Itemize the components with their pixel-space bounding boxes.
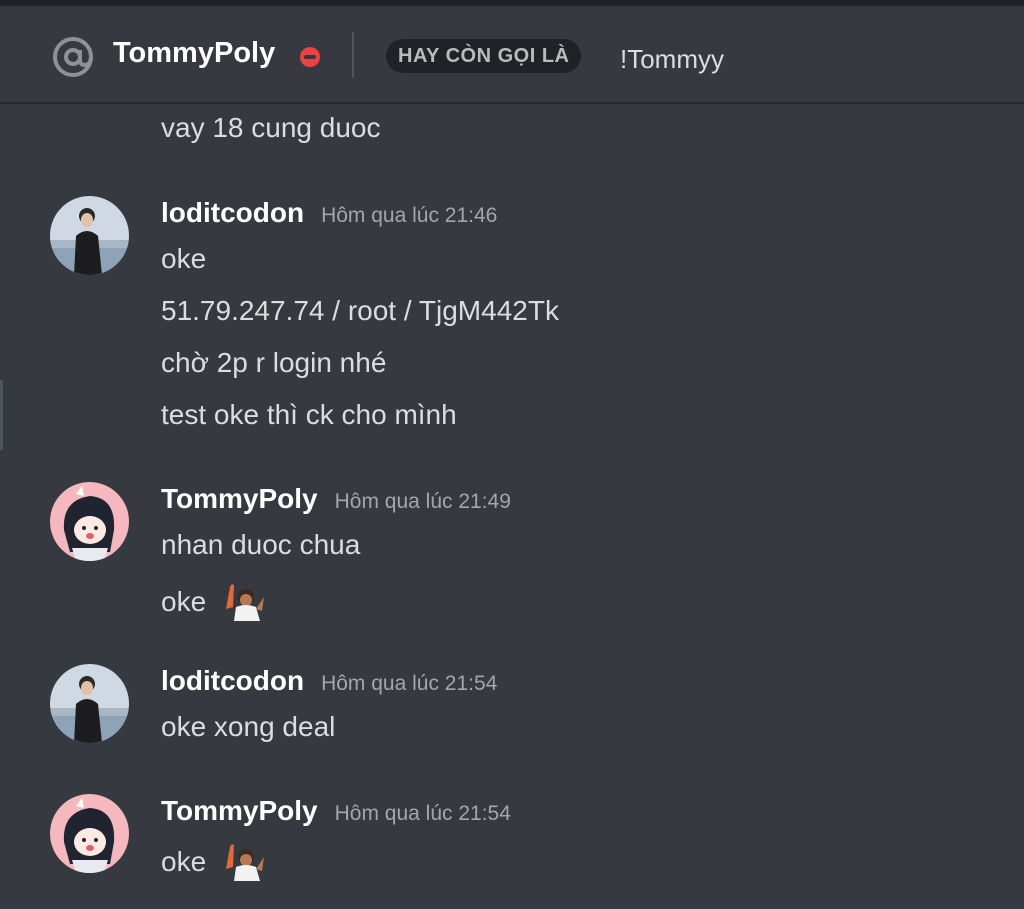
waving-character-emoji[interactable] xyxy=(222,581,266,621)
message-text: nhan duoc chua xyxy=(161,529,361,560)
author-name[interactable]: loditcodon xyxy=(161,665,304,697)
header-divider xyxy=(352,32,354,78)
author-name[interactable]: loditcodon xyxy=(161,197,304,229)
message-list: vay 18 cung duoc loditcodon Hôm qua lúc … xyxy=(0,102,1024,909)
do-not-disturb-icon xyxy=(300,47,320,67)
author-name[interactable]: TommyPoly xyxy=(161,483,318,515)
message-text: oke xong deal xyxy=(161,711,336,742)
timestamp: Hôm qua lúc 21:49 xyxy=(334,490,511,513)
message-header: loditcodon Hôm qua lúc 21:54 xyxy=(161,665,497,697)
message-text: oke xyxy=(161,243,207,274)
avatar-image xyxy=(50,482,129,561)
message-text: test oke thì ck cho mình xyxy=(161,399,457,430)
author-name[interactable]: TommyPoly xyxy=(161,795,318,827)
avatar-image xyxy=(50,196,129,275)
at-sign-icon xyxy=(53,37,93,77)
user-photo-avatar[interactable] xyxy=(50,664,129,743)
anime-girl-avatar[interactable] xyxy=(50,482,129,561)
dm-recipient-name[interactable]: TommyPoly xyxy=(113,37,275,70)
message-text: 51.79.247.74 / root / TjgM442Tk xyxy=(161,295,559,326)
timestamp: Hôm qua lúc 21:54 xyxy=(321,672,498,695)
message-header: TommyPoly Hôm qua lúc 21:54 xyxy=(161,795,511,827)
message-header: loditcodon Hôm qua lúc 21:46 xyxy=(161,197,497,229)
message-text: chờ 2p r login nhé xyxy=(161,347,387,378)
message-header: TommyPoly Hôm qua lúc 21:49 xyxy=(161,483,511,515)
avatar-image xyxy=(50,794,129,873)
message-line: oke xyxy=(161,841,266,881)
message-text: vay 18 cung duoc xyxy=(161,112,381,143)
aka-badge: HAY CÒN GỌI LÀ xyxy=(386,39,582,73)
timestamp: Hôm qua lúc 21:54 xyxy=(334,802,511,825)
message-line: oke xyxy=(161,581,266,621)
aka-name: !Tommyy xyxy=(620,44,724,74)
waving-character-emoji[interactable] xyxy=(222,841,266,881)
avatar-image xyxy=(50,664,129,743)
message-text: oke xyxy=(161,586,207,617)
timestamp: Hôm qua lúc 21:46 xyxy=(321,204,498,227)
user-photo-avatar[interactable] xyxy=(50,196,129,275)
message-text: oke xyxy=(161,846,207,877)
channel-header: TommyPoly HAY CÒN GỌI LÀ !Tommyy xyxy=(0,6,1024,102)
anime-girl-avatar[interactable] xyxy=(50,794,129,873)
